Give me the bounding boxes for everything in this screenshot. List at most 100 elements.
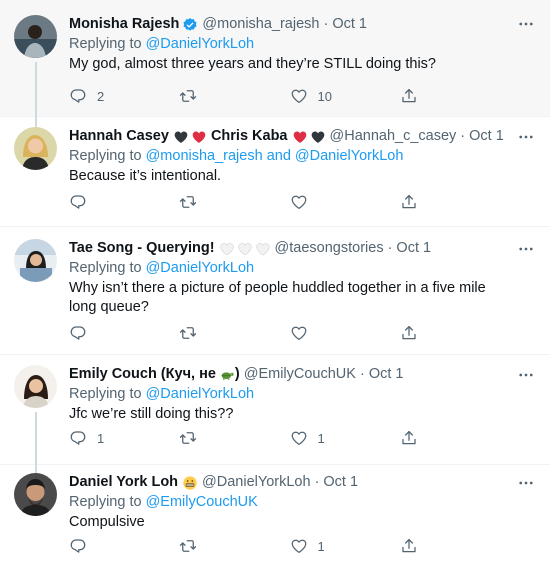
- display-name-suffix[interactable]: ): [235, 365, 240, 384]
- reply-icon: [69, 324, 87, 342]
- display-name[interactable]: Tae Song - Querying!: [69, 239, 215, 258]
- white-heart-icon: [237, 241, 253, 257]
- replying-prefix: Replying to: [69, 386, 146, 402]
- reply-icon: [69, 429, 87, 447]
- more-options-button[interactable]: [516, 473, 536, 493]
- user-handle[interactable]: @Hannah_c_casey: [330, 127, 457, 146]
- user-handle[interactable]: @DanielYorkLoh: [202, 473, 311, 492]
- replying-to-link[interactable]: @DanielYorkLoh: [146, 260, 255, 276]
- replying-prefix: Replying to: [69, 494, 146, 510]
- more-icon: [517, 240, 535, 258]
- retweet-icon: [179, 193, 197, 211]
- avatar-hannah[interactable]: [14, 127, 57, 170]
- user-handle[interactable]: @EmilyCouchUK: [244, 365, 356, 384]
- turtle-icon: [219, 367, 235, 383]
- display-name[interactable]: Daniel York Loh: [69, 473, 178, 492]
- tweet-text: Because it’s intentional.: [69, 168, 222, 184]
- more-options-button[interactable]: [516, 365, 536, 385]
- reply-button[interactable]: [69, 193, 179, 211]
- replying-to-link[interactable]: @DanielYorkLoh: [146, 386, 255, 402]
- reply-icon: [69, 87, 87, 105]
- retweet-button[interactable]: [179, 87, 289, 105]
- verified-badge-icon: [182, 17, 198, 33]
- retweet-button[interactable]: [179, 537, 289, 555]
- tweet-text: My god, almost three years and they’re S…: [69, 56, 436, 72]
- user-handle[interactable]: @monisha_rajesh: [202, 15, 319, 34]
- like-button[interactable]: [290, 324, 400, 342]
- avatar-daniel[interactable]: [14, 473, 57, 516]
- white-heart-icon: [255, 241, 271, 257]
- reply-button[interactable]: [69, 537, 179, 555]
- avatar-tae[interactable]: [14, 239, 57, 282]
- timestamp[interactable]: Oct 1: [396, 239, 431, 258]
- like-button[interactable]: [290, 193, 400, 211]
- black-heart-icon: [310, 129, 326, 145]
- retweet-icon: [179, 429, 197, 447]
- reply-thread: Monisha Rajesh @monisha_rajesh · Oct 1 R…: [0, 0, 550, 575]
- tweet-tae[interactable]: Tae Song - Querying! @taesongstories · O…: [0, 227, 550, 355]
- more-icon: [517, 128, 535, 146]
- tweet-text: Why isn’t there a picture of people hudd…: [69, 280, 486, 315]
- share-icon: [400, 87, 418, 105]
- replying-to-link[interactable]: @DanielYorkLoh: [146, 36, 255, 52]
- reply-button[interactable]: 2: [69, 87, 179, 105]
- tweet-actions: 1: [69, 536, 510, 556]
- tweet-actions: [69, 192, 510, 212]
- white-heart-emojis: [218, 241, 272, 257]
- separator-dot: ·: [387, 240, 393, 256]
- tweet-daniel[interactable]: Daniel York Loh @DanielYorkLoh · Oct 1 R…: [0, 465, 550, 575]
- user-handle[interactable]: @taesongstories: [275, 239, 384, 258]
- like-button[interactable]: 1: [290, 429, 400, 447]
- more-options-button[interactable]: [516, 239, 536, 259]
- replying-to-link[interactable]: @EmilyCouchUK: [146, 494, 258, 510]
- black-heart-icon: [173, 129, 189, 145]
- retweet-icon: [179, 87, 197, 105]
- timestamp[interactable]: Oct 1: [369, 365, 404, 384]
- retweet-button[interactable]: [179, 193, 289, 211]
- avatar-monisha[interactable]: [14, 15, 57, 58]
- timestamp[interactable]: Oct 1: [323, 473, 358, 492]
- red-heart-icon: [191, 129, 207, 145]
- display-name-part-2[interactable]: Chris Kaba: [211, 127, 288, 146]
- timestamp[interactable]: Oct 1: [469, 127, 504, 146]
- tweet-actions: 2 10: [69, 86, 510, 106]
- like-icon: [290, 537, 308, 555]
- avatar-emily[interactable]: [14, 365, 57, 408]
- display-name[interactable]: Emily Couch (Куч, не: [69, 365, 216, 384]
- tweet-emily[interactable]: Emily Couch (Куч, не ) @EmilyCouchUK · O…: [0, 355, 550, 476]
- share-button[interactable]: [400, 324, 510, 342]
- display-name[interactable]: Hannah Casey: [69, 127, 169, 146]
- like-button[interactable]: 10: [290, 87, 400, 105]
- replying-to: Replying to @EmilyCouchUK: [69, 493, 510, 512]
- share-button[interactable]: [400, 537, 510, 555]
- tweet-hannah[interactable]: Hannah Casey Chris Kaba @Hannah_c_casey …: [0, 117, 550, 227]
- like-icon: [290, 324, 308, 342]
- replying-to-link[interactable]: @monisha_rajesh and @DanielYorkLoh: [146, 148, 404, 164]
- replying-to: Replying to @DanielYorkLoh: [69, 35, 510, 54]
- like-count: 1: [317, 538, 325, 554]
- tweet-actions: 1 1: [69, 428, 510, 448]
- more-icon: [517, 366, 535, 384]
- tweet-monisha[interactable]: Monisha Rajesh @monisha_rajesh · Oct 1 R…: [0, 0, 550, 130]
- more-options-button[interactable]: [516, 14, 536, 34]
- replying-to: Replying to @DanielYorkLoh: [69, 385, 510, 404]
- more-options-button[interactable]: [516, 127, 536, 147]
- like-button[interactable]: 1: [290, 537, 400, 555]
- share-button[interactable]: [400, 429, 510, 447]
- share-icon: [400, 429, 418, 447]
- display-name[interactable]: Monisha Rajesh: [69, 15, 179, 34]
- share-button[interactable]: [400, 193, 510, 211]
- reply-icon: [69, 193, 87, 211]
- share-button[interactable]: [400, 87, 510, 105]
- separator-dot: ·: [323, 16, 329, 32]
- reply-button[interactable]: [69, 324, 179, 342]
- timestamp[interactable]: Oct 1: [332, 15, 367, 34]
- like-count: 1: [317, 430, 325, 446]
- retweet-button[interactable]: [179, 429, 289, 447]
- grimacing-face-icon: [182, 475, 198, 491]
- share-icon: [400, 193, 418, 211]
- reply-button[interactable]: 1: [69, 429, 179, 447]
- retweet-button[interactable]: [179, 324, 289, 342]
- more-icon: [517, 474, 535, 492]
- replying-prefix: Replying to: [69, 36, 146, 52]
